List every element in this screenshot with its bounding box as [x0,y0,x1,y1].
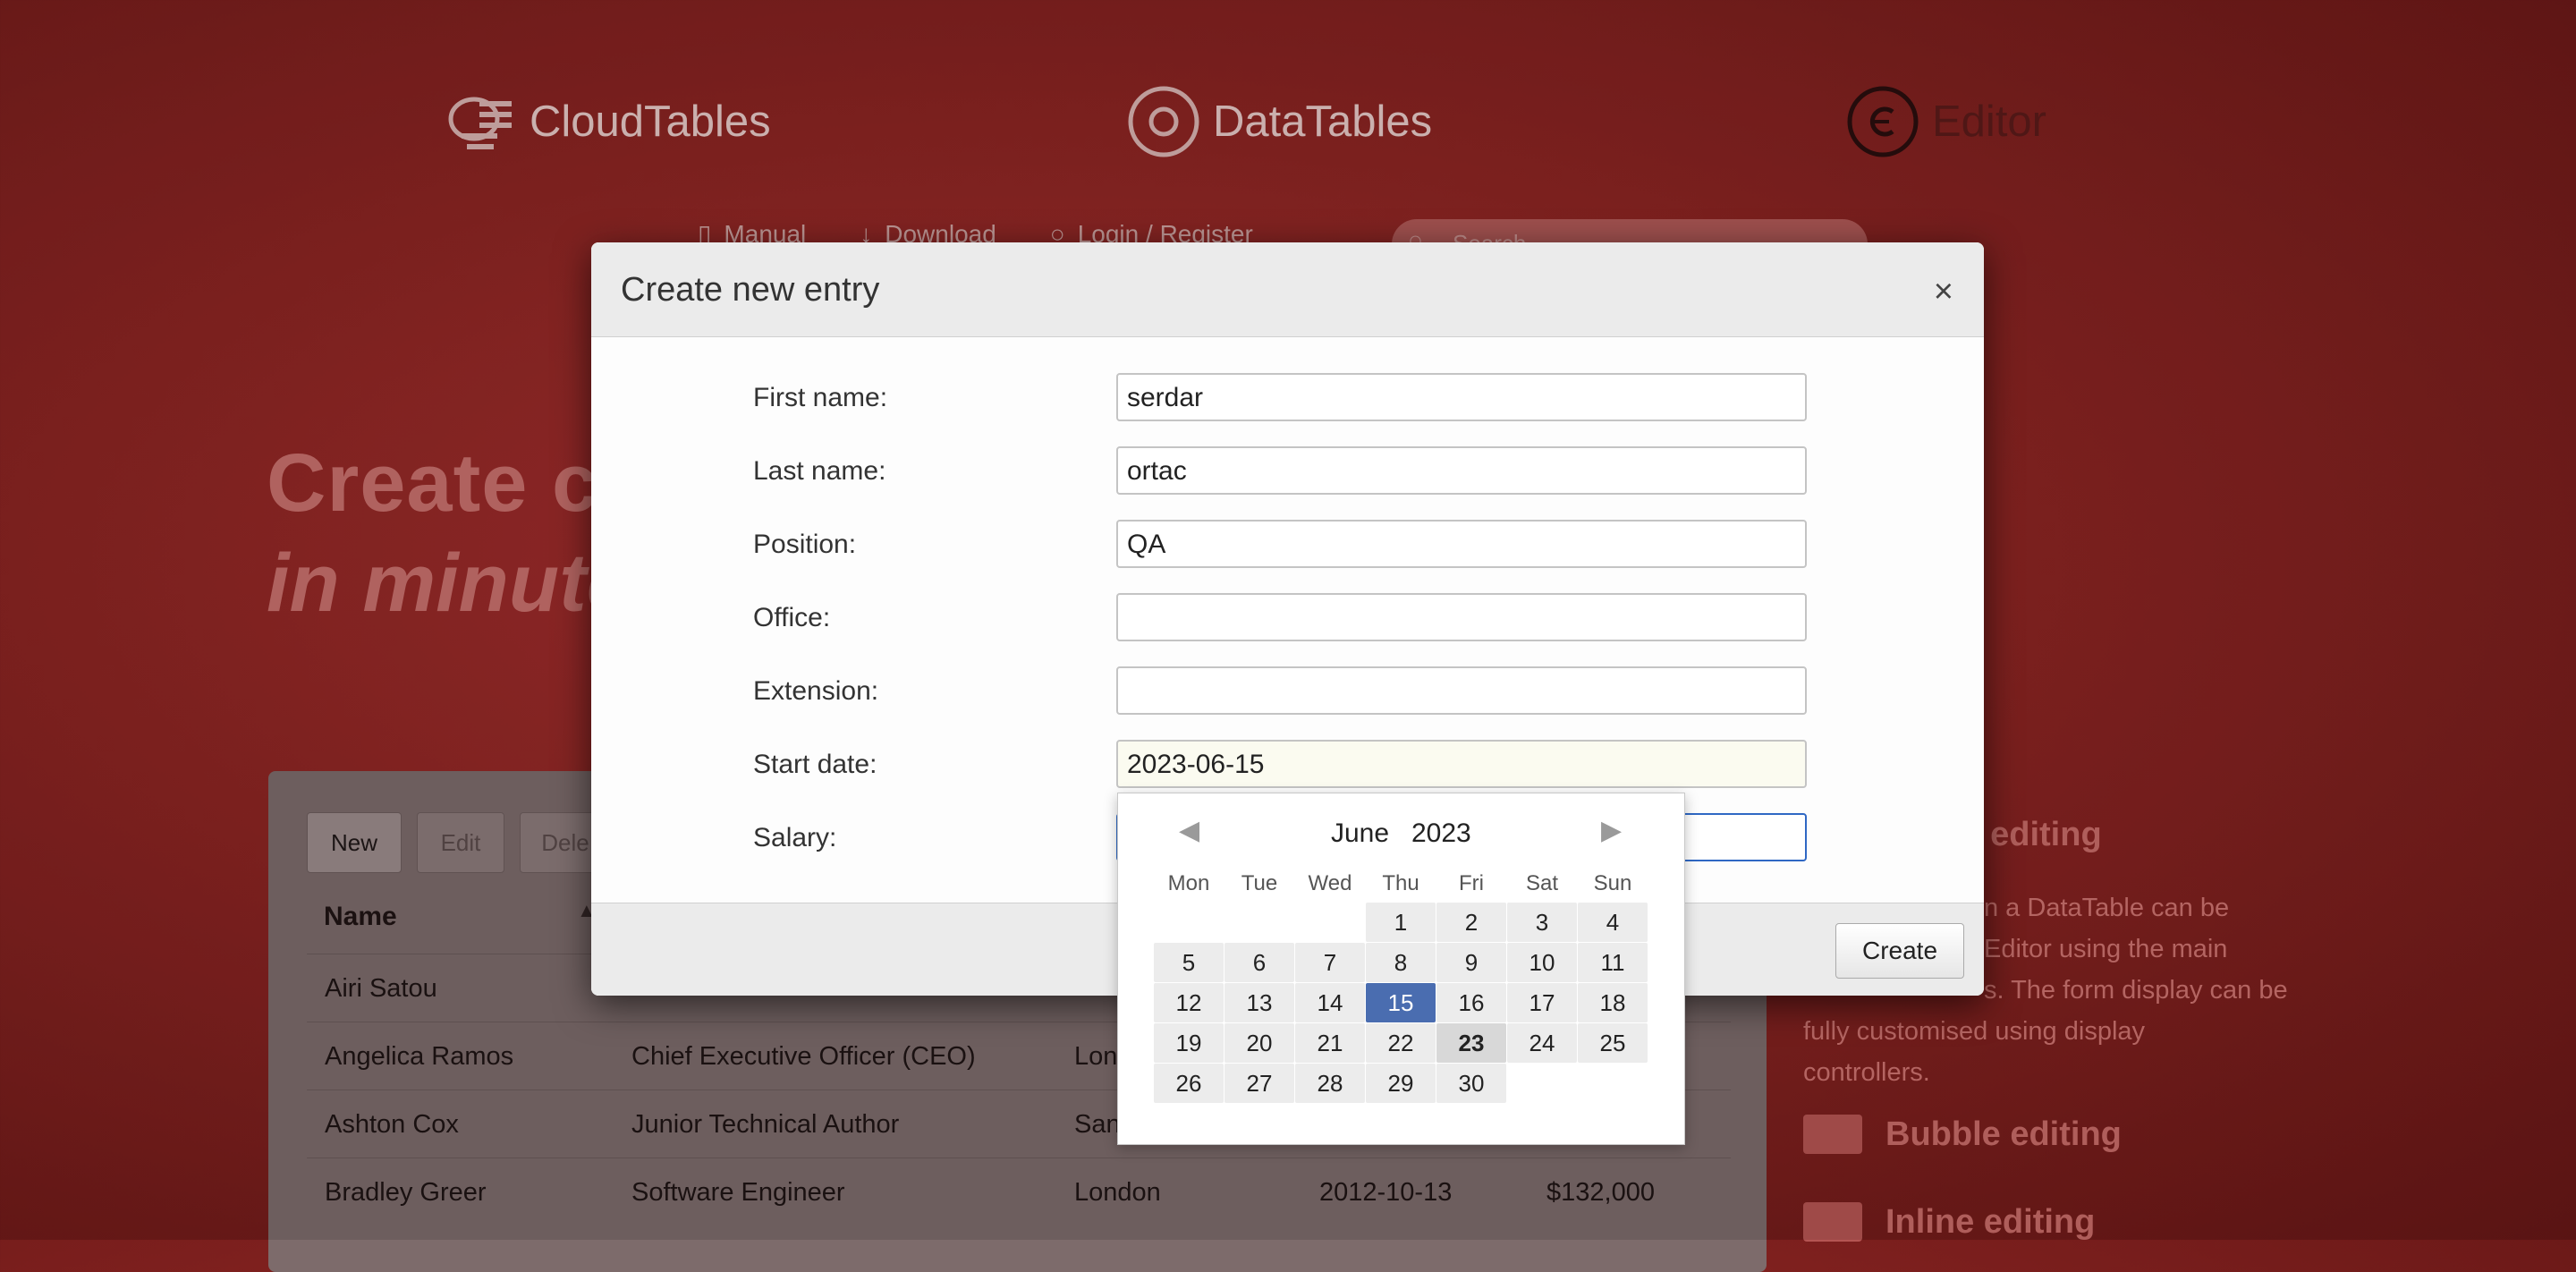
calendar-day[interactable]: 22 [1366,1023,1436,1063]
calendar-day[interactable]: 5 [1154,943,1224,982]
calendar-day[interactable]: 6 [1224,943,1294,982]
picker-year-select[interactable]: 2023 [1411,818,1471,849]
calendar-day[interactable]: 26 [1154,1064,1224,1103]
calendar-day[interactable]: 17 [1507,983,1577,1022]
calendar-day[interactable]: 3 [1507,903,1577,942]
start-date-field[interactable]: 2023-06-15 [1116,740,1807,788]
calendar-empty-cell [1295,903,1365,942]
calendar-day[interactable]: 21 [1295,1023,1365,1063]
calendar-day[interactable]: 14 [1295,983,1365,1022]
date-picker: ◀ June 2023 ▶ Mon Tue Wed Thu Fri Sat Sun 1 2 3 4 5… [1117,793,1685,1145]
extension-field[interactable] [1116,666,1807,715]
calendar-day[interactable]: 12 [1154,983,1224,1022]
calendar-day[interactable]: 15 [1366,983,1436,1022]
calendar-day[interactable]: 16 [1436,983,1506,1022]
calendar-day[interactable]: 2 [1436,903,1506,942]
last-name-field[interactable]: ortac [1116,446,1807,495]
picker-month-select[interactable]: June [1331,818,1389,849]
weekday-header: Sun [1593,871,1632,895]
calendar-day[interactable]: 11 [1578,943,1648,982]
calendar-day[interactable]: 18 [1578,983,1648,1022]
calendar-day[interactable]: 1 [1366,903,1436,942]
calendar-empty-cell [1154,903,1224,942]
calendar-day[interactable]: 13 [1224,983,1294,1022]
position-field[interactable]: QA [1116,520,1807,568]
last-name-label: Last name: [753,456,886,486]
dialog-title: Create new entry [621,271,880,309]
weekday-header: Wed [1308,871,1352,895]
weekday-header: Thu [1382,871,1419,895]
start-date-label: Start date: [753,750,877,779]
calendar-day[interactable]: 24 [1507,1023,1577,1063]
calendar-grid: Mon Tue Wed Thu Fri Sat Sun 1 2 3 4 5 6 7 8 9 10 11 12 13 14… [1154,865,1648,1104]
office-label: Office: [753,603,831,632]
first-name-field[interactable]: serdar [1116,373,1807,421]
calendar-day[interactable]: 19 [1154,1023,1224,1063]
calendar-day[interactable]: 20 [1224,1023,1294,1063]
calendar-day[interactable]: 27 [1224,1064,1294,1103]
calendar-day[interactable]: 7 [1295,943,1365,982]
calendar-day[interactable]: 28 [1295,1064,1365,1103]
weekday-header: Fri [1459,871,1484,895]
office-field[interactable] [1116,593,1807,641]
create-button[interactable]: Create [1835,923,1964,979]
position-label: Position: [753,530,857,559]
dialog-header: Create new entry × [591,242,1984,337]
weekday-header: Tue [1241,871,1278,895]
salary-label: Salary: [753,823,837,852]
weekday-header: Mon [1167,871,1210,895]
calendar-day[interactable]: 23 [1436,1023,1506,1063]
calendar-day[interactable]: 9 [1436,943,1506,982]
calendar-day[interactable]: 25 [1578,1023,1648,1063]
calendar-day[interactable]: 8 [1366,943,1436,982]
previous-month-icon[interactable]: ◀ [1179,815,1199,846]
calendar-day[interactable]: 10 [1507,943,1577,982]
weekday-header: Sat [1525,871,1559,895]
calendar-day[interactable]: 30 [1436,1064,1506,1103]
next-month-icon[interactable]: ▶ [1601,815,1622,846]
close-icon[interactable]: × [1934,273,1953,311]
calendar-day[interactable]: 29 [1366,1064,1436,1103]
extension-label: Extension: [753,676,879,706]
calendar-empty-cell [1224,903,1294,942]
calendar-day[interactable]: 4 [1578,903,1648,942]
first-name-label: First name: [753,383,888,412]
